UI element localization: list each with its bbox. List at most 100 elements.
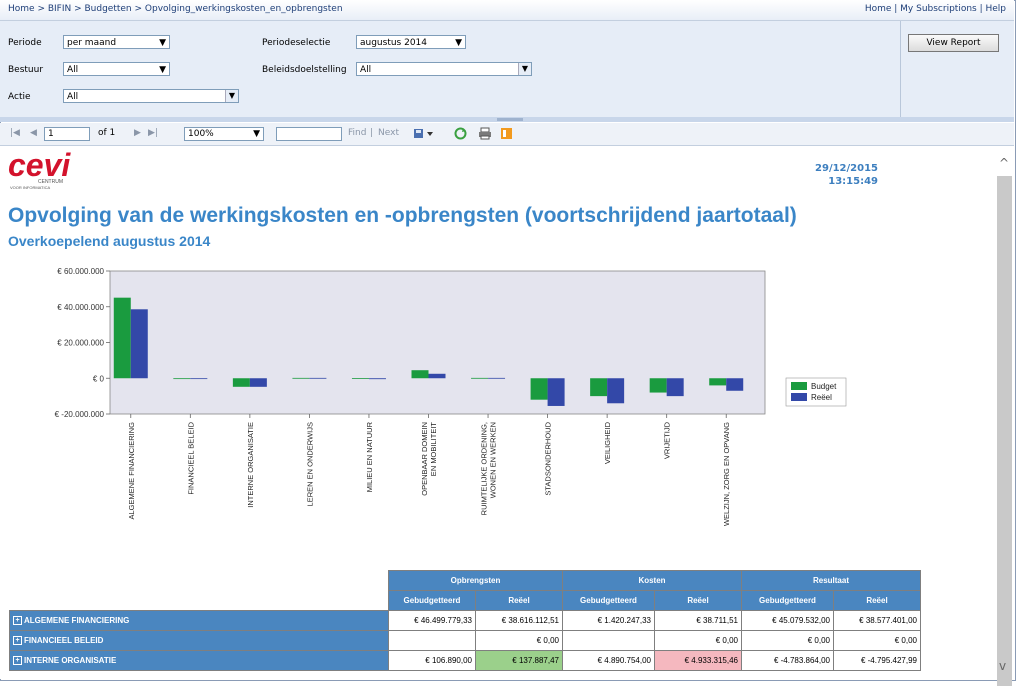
beleidsdoelstelling-label: Beleidsdoelstelling xyxy=(262,65,347,75)
report-body: cevi CENTRUM VOOR INFORMATICA 29/12/2015… xyxy=(0,146,996,679)
bar-reeel xyxy=(130,309,148,379)
periodeselectie-label: Periodeselectie xyxy=(262,38,331,48)
x-tick-label: MILIEU EN NATUUR xyxy=(365,421,374,492)
beleidsdoelstelling-value: All xyxy=(360,65,372,75)
bar-reeel xyxy=(249,378,267,387)
bar-budget xyxy=(590,378,608,397)
last-page-icon[interactable]: ▶| xyxy=(148,128,158,138)
y-tick-label: € 60.000.000 xyxy=(57,267,104,276)
next-page-icon[interactable]: ▶ xyxy=(134,128,141,138)
bar-budget xyxy=(411,370,429,379)
first-page-icon[interactable]: |◀ xyxy=(10,128,20,138)
actie-select[interactable]: All ▼ xyxy=(63,89,239,103)
row-label-text: INTERNE ORGANISATIE xyxy=(24,655,117,665)
beleidsdoelstelling-select[interactable]: All ▼ xyxy=(356,62,532,76)
print-icon[interactable] xyxy=(478,127,492,143)
parameters-splitter[interactable] xyxy=(0,117,1014,122)
previous-page-icon[interactable]: ◀ xyxy=(30,128,37,138)
bestuur-label: Bestuur xyxy=(8,65,44,75)
breadcrumb-bar: Home > BIFIN > Budgetten > Opvolging_wer… xyxy=(0,0,1014,21)
bar-chart: € 60.000.000 € 40.000.000 € 20.000.000 € 0 €… xyxy=(55,267,847,526)
column-header: Reëel xyxy=(475,590,563,611)
table-row: + FINANCIEEL BELEID € 0,00 € 0,00 € 0,00 € 0,… xyxy=(9,630,921,651)
row-label[interactable]: + FINANCIEEL BELEID xyxy=(9,630,389,651)
scroll-down-icon[interactable]: v xyxy=(999,659,1006,673)
collapse-handle[interactable] xyxy=(497,118,523,121)
parameters-panel: Periode per maand ▼ Periodeselectie augu… xyxy=(0,21,1014,118)
table-cell: € -4.795.427,99 xyxy=(833,650,921,671)
panel-divider xyxy=(900,21,901,117)
x-tick-label: RUIMTELIJKE ORDENING, xyxy=(480,422,489,515)
bar-budget xyxy=(173,378,191,380)
periode-label: Periode xyxy=(8,38,42,48)
bar-budget xyxy=(113,297,131,379)
expand-icon[interactable]: + xyxy=(13,656,22,666)
chevron-down-icon: ▼ xyxy=(159,65,166,75)
y-tick-label: € -20.000.000 xyxy=(55,410,105,419)
group-header: Opbrengsten xyxy=(388,570,563,591)
zoom-value: 100% xyxy=(188,129,214,139)
vertical-scrollbar[interactable]: ^ v xyxy=(996,146,1014,686)
document-map-icon[interactable] xyxy=(500,127,513,143)
bestuur-select[interactable]: All ▼ xyxy=(63,62,170,76)
refresh-icon[interactable] xyxy=(454,127,467,143)
periode-select[interactable]: per maand ▼ xyxy=(63,35,170,49)
bar-reeel xyxy=(309,377,327,379)
table-cell: € 46.499.779,33 xyxy=(388,610,476,631)
table-cell: € 1.420.247,33 xyxy=(562,610,655,631)
table-row: + INTERNE ORGANISATIE € 106.890,00 € 137.88… xyxy=(9,650,921,671)
table-header-row: Opbrengsten Kosten Resultaat xyxy=(9,570,921,591)
expand-icon[interactable]: + xyxy=(13,636,22,646)
bar-reeel xyxy=(368,378,386,380)
bar-budget xyxy=(232,378,250,387)
row-label[interactable]: + ALGEMENE FINANCIERING xyxy=(9,610,389,631)
periode-value: per maand xyxy=(67,38,117,48)
x-tick-label: FINANCIEEL BELEID xyxy=(186,421,195,494)
expand-icon[interactable]: + xyxy=(13,616,22,626)
chevron-down-icon: ▼ xyxy=(253,129,260,139)
top-links[interactable]: Home | My Subscriptions | Help xyxy=(865,4,1006,14)
x-tick-label: STADSONDERHOUD xyxy=(544,421,553,495)
next-link[interactable]: Next xyxy=(378,128,399,138)
export-icon[interactable] xyxy=(413,127,435,143)
x-tick-label: EN MOBILITEIT xyxy=(429,422,438,477)
x-tick-label: INTERNE ORGANISATIE xyxy=(246,422,255,508)
find-input[interactable] xyxy=(276,127,342,141)
bar-reeel xyxy=(190,378,208,380)
bar-reeel xyxy=(547,378,565,406)
x-tick-label: WONEN EN WERKEN xyxy=(489,422,498,498)
scrollbar-thumb[interactable] xyxy=(997,176,1012,686)
row-label[interactable]: + INTERNE ORGANISATIE xyxy=(9,650,389,671)
bar-reeel xyxy=(666,378,684,397)
row-label-text: FINANCIEEL BELEID xyxy=(24,635,104,645)
group-header: Resultaat xyxy=(741,570,921,591)
table-cell: € 106.890,00 xyxy=(388,650,476,671)
table-cell xyxy=(388,630,476,651)
table-cell: € 0,00 xyxy=(475,630,563,651)
bar-budget xyxy=(649,378,667,393)
legend-swatch xyxy=(791,393,807,401)
x-tick-label: VEILIGHEID xyxy=(603,421,612,464)
column-header: Gebudgetteerd xyxy=(388,590,476,611)
legend-swatch xyxy=(791,382,807,390)
row-label-text: ALGEMENE FINANCIERING xyxy=(24,615,130,625)
scroll-up-icon[interactable]: ^ xyxy=(999,156,1009,170)
bar-reeel xyxy=(428,373,446,379)
column-header: Gebudgetteerd xyxy=(741,590,834,611)
view-report-button[interactable]: View Report xyxy=(908,34,999,52)
column-header: Reëel xyxy=(833,590,921,611)
periodeselectie-select[interactable]: augustus 2014 ▼ xyxy=(356,35,466,49)
table-cell: € 0,00 xyxy=(741,630,834,651)
bar-budget xyxy=(471,377,489,379)
breadcrumb[interactable]: Home > BIFIN > Budgetten > Opvolging_wer… xyxy=(8,4,343,14)
page-number-input[interactable]: 1 xyxy=(44,127,90,141)
find-link[interactable]: Find xyxy=(348,128,366,138)
table-cell: € 45.079.532,00 xyxy=(741,610,834,631)
zoom-select[interactable]: 100% ▼ xyxy=(184,127,264,141)
bar-budget xyxy=(351,378,369,379)
table-row: + ALGEMENE FINANCIERING € 46.499.779,33 € 3… xyxy=(9,610,921,631)
report-subtitle: Overkoepelend augustus 2014 xyxy=(8,233,211,249)
logo-sub2: VOOR INFORMATICA xyxy=(10,185,50,190)
y-tick-label: € 0 xyxy=(93,374,105,383)
table-cell: € 38.577.401,00 xyxy=(833,610,921,631)
